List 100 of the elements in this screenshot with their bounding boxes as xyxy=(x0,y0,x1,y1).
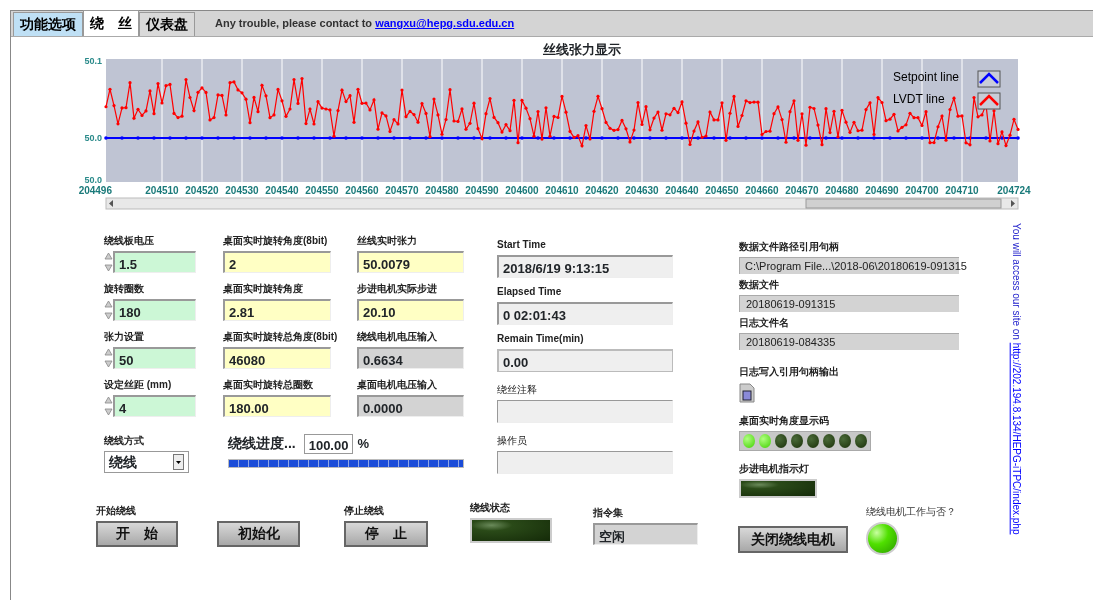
x-tick-label: 204530 xyxy=(225,185,259,196)
field-label: 绕线板电压 xyxy=(104,235,154,247)
numeric-input[interactable]: 180 xyxy=(113,299,196,321)
field-label: 桌面实时旋转角度(8bit) xyxy=(223,235,328,247)
dropdown-value: 绕线 xyxy=(109,452,137,472)
x-tick-label: 204630 xyxy=(625,185,659,196)
text-field[interactable] xyxy=(497,400,673,423)
lamp-label: 绕线电机工作与否？ xyxy=(866,504,956,519)
field-label: 桌面实时角度显示码 xyxy=(739,414,829,427)
x-tick-label: 204520 xyxy=(185,185,219,196)
tab[interactable]: 功能选项 xyxy=(13,12,83,36)
x-tick-label: 204640 xyxy=(665,185,699,196)
field-label: 步进电机实际步进 xyxy=(357,283,437,295)
x-tick-label: 204550 xyxy=(305,185,339,196)
dropdown[interactable]: 绕线 xyxy=(104,451,189,473)
x-tick-label: 204560 xyxy=(345,185,379,196)
field-label: Start Time xyxy=(497,239,546,251)
field-label: 指令集 xyxy=(593,506,623,519)
field-label: 丝线实时张力 xyxy=(357,235,417,247)
email-link[interactable]: wangxu@hepg.sdu.edu.cn xyxy=(375,17,515,30)
x-tick-label: 204580 xyxy=(425,185,459,196)
field-label: Remain Time(min) xyxy=(497,333,584,345)
field-label: 绕线电机电压输入 xyxy=(357,331,437,343)
readout-field: 2 xyxy=(223,251,331,273)
stop-button[interactable]: 停 止 xyxy=(344,520,428,547)
field-label: 绕线方式 xyxy=(104,435,144,447)
x-tick-label: 204690 xyxy=(865,185,899,196)
field-label: 设定丝距 (mm) xyxy=(104,379,172,391)
contact-text: Any trouble, please contact to wangxu@hepg.sdu.edu.cn xyxy=(215,16,515,32)
field-label: 桌面实时旋转总圈数 xyxy=(223,379,313,391)
time-field: 0 02:01:43 xyxy=(497,302,673,325)
x-tick-label: 204540 xyxy=(265,185,299,196)
field-label: 张力设置 xyxy=(104,331,144,343)
chart-title: 丝线张力显示 xyxy=(542,43,622,57)
readout-field: 20.10 xyxy=(357,299,464,321)
numeric-input[interactable]: 4 xyxy=(113,395,196,417)
legend-swatch-icon xyxy=(977,92,1001,110)
x-tick-label: 204590 xyxy=(465,185,499,196)
y-tick-label: 50.1 xyxy=(84,57,102,66)
x-tick-label: 204610 xyxy=(545,185,579,196)
field-label: 数据文件路径引用句柄 xyxy=(739,241,839,253)
time-field: 2018/6/19 9:13:15 xyxy=(497,255,673,278)
file-icon xyxy=(739,382,755,403)
x-tick-label: 204496 xyxy=(78,185,112,196)
readout-field: 50.0079 xyxy=(357,251,464,273)
x-tick-label: 204724 xyxy=(997,185,1031,196)
field-label: 步进电机指示灯 xyxy=(739,462,809,475)
path-text: 20180619-091315 xyxy=(746,296,836,312)
legend-swatch-icon xyxy=(977,70,1001,88)
field-label: 桌面电机电压输入 xyxy=(357,379,437,391)
x-tick-label: 204670 xyxy=(785,185,819,196)
tab[interactable]: 绕 丝 xyxy=(83,10,139,36)
readout-field: 180.00 xyxy=(223,395,331,417)
field-label: Elapsed Time xyxy=(497,286,562,298)
path-text: 20180619-084335 xyxy=(746,334,836,350)
progress-label: 绕线进度... xyxy=(228,434,296,453)
motor-off-button[interactable]: 关闭绕线电机 xyxy=(738,525,848,553)
tab[interactable]: 仪表盘 xyxy=(139,12,195,36)
x-tick-label: 204710 xyxy=(945,185,979,196)
time-field: 0.00 xyxy=(497,349,673,372)
x-tick-label: 204680 xyxy=(825,185,859,196)
percent-field: 100.00 xyxy=(303,433,354,454)
caret-icon xyxy=(173,454,184,470)
field-label: 桌面实时旋转角度 xyxy=(223,283,303,295)
legend-label: Setpoint line xyxy=(893,70,960,84)
y-tick-label: 50.0 xyxy=(84,133,102,143)
scrollbar[interactable] xyxy=(105,197,1019,210)
y-tick-label: 50.0 xyxy=(84,175,102,185)
readout-field: 46080 xyxy=(223,347,331,369)
field-label: 旋转圈数 xyxy=(104,283,144,295)
path-text: C:\Program File...\2018-06\20180619-091315 xyxy=(745,258,967,274)
site-link[interactable]: http://202.194.8.134/HEPG-iTPC/index.php xyxy=(1011,342,1022,535)
x-tick-label: 204570 xyxy=(385,185,419,196)
field-label: 数据文件 xyxy=(739,279,779,291)
x-tick-label: 204700 xyxy=(905,185,939,196)
field-label: 日志文件名 xyxy=(739,317,789,329)
x-tick-label: 204650 xyxy=(705,185,739,196)
field-label: 绕线状态 xyxy=(470,501,510,514)
field-label: 操作员 xyxy=(497,435,527,447)
command-field: 空闲 xyxy=(593,522,698,545)
readout-field: 0.0000 xyxy=(357,395,464,417)
init-button[interactable]: 初始化 xyxy=(217,520,300,547)
field-label: 绕丝注释 xyxy=(497,384,537,396)
unit-label: % xyxy=(357,434,369,453)
x-tick-label: 204620 xyxy=(585,185,619,196)
field-label: 停止绕线 xyxy=(344,504,384,517)
field-label: 开始绕线 xyxy=(96,504,136,517)
x-tick-label: 204510 xyxy=(145,185,179,196)
field-label: 日志写入引用句柄输出 xyxy=(739,366,839,378)
numeric-input[interactable]: 1.5 xyxy=(113,251,196,273)
numeric-input[interactable]: 50 xyxy=(113,347,196,369)
readout-field: 0.6634 xyxy=(357,347,464,369)
x-tick-label: 204600 xyxy=(505,185,539,196)
legend-label: LVDT line xyxy=(893,92,945,106)
start-button[interactable]: 开 始 xyxy=(96,520,178,547)
readout-field: 2.81 xyxy=(223,299,331,321)
field-label: 桌面实时旋转总角度(8bit) xyxy=(223,331,338,343)
x-tick-label: 204660 xyxy=(745,185,779,196)
text-field[interactable] xyxy=(497,451,673,474)
site-note: You will access our site on http://202.194.8.134/HEPG-iTPC/index.php xyxy=(1010,223,1023,535)
